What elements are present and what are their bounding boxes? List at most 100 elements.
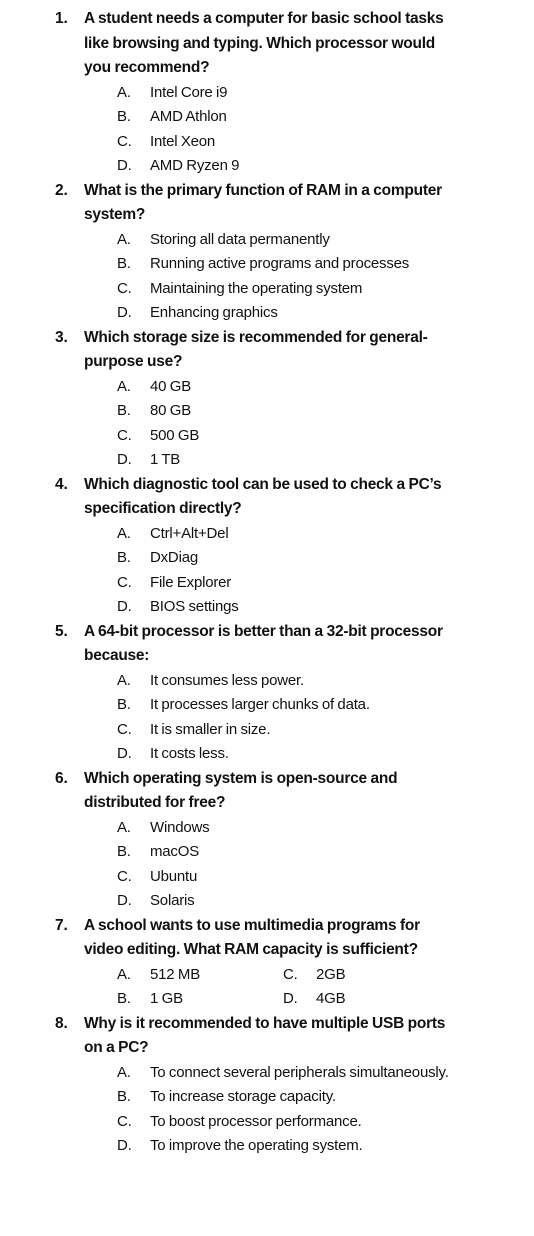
option-text: BIOS settings bbox=[150, 598, 239, 615]
option-letter: C. bbox=[117, 279, 132, 297]
option-text: It consumes less power. bbox=[150, 671, 304, 689]
option-item[interactable]: D. Solaris bbox=[117, 889, 450, 914]
option-item[interactable]: B. 1 GB bbox=[117, 987, 283, 1012]
option-item[interactable]: C. It is smaller in size. bbox=[117, 718, 450, 743]
option-item[interactable]: B. DxDiag bbox=[117, 546, 450, 571]
option-text: 2GB bbox=[316, 965, 346, 983]
option-text: To boost processor performance. bbox=[150, 1112, 362, 1130]
option-item[interactable]: C. Intel Xeon bbox=[117, 130, 450, 155]
option-letter: A. bbox=[117, 965, 131, 983]
option-text: 40 GB bbox=[150, 377, 192, 395]
option-item[interactable]: B. It processes larger chunks of data. bbox=[117, 693, 450, 718]
option-item[interactable]: C. Maintaining the operating system bbox=[117, 277, 450, 302]
question-item: 6. Which operating system is open-source … bbox=[0, 767, 534, 914]
option-text: Windows bbox=[150, 818, 210, 836]
option-letter: B. bbox=[117, 696, 131, 713]
option-item[interactable]: B. To increase storage capacity. bbox=[117, 1085, 450, 1110]
option-letter: D. bbox=[117, 1137, 132, 1154]
option-text: macOS bbox=[150, 843, 200, 860]
option-item[interactable]: C. 2GB bbox=[283, 963, 483, 988]
option-item[interactable]: A. Windows bbox=[117, 816, 450, 841]
option-letter: D. bbox=[117, 304, 132, 321]
option-item[interactable]: A. 512 MB bbox=[117, 963, 283, 988]
option-text: It processes larger chunks of data. bbox=[150, 696, 370, 713]
option-item[interactable]: D. To improve the operating system. bbox=[117, 1134, 450, 1159]
option-item[interactable]: D. It costs less. bbox=[117, 742, 450, 767]
question-item: 8. Why is it recommended to have multiple… bbox=[0, 1012, 534, 1159]
option-letter: B. bbox=[117, 549, 131, 566]
question-list: 1. A student needs a computer for basic s… bbox=[0, 7, 534, 1159]
option-text: It is smaller in size. bbox=[150, 720, 271, 738]
question-text: A school wants to use multimedia program… bbox=[84, 916, 420, 959]
option-item[interactable]: A. Storing all data permanently bbox=[117, 228, 450, 253]
option-letter: D. bbox=[117, 451, 132, 468]
question-text: A student needs a computer for basic sch… bbox=[84, 10, 444, 76]
option-letter: D. bbox=[117, 598, 132, 615]
option-item[interactable]: D. Enhancing graphics bbox=[117, 301, 450, 326]
option-letter: A. bbox=[117, 524, 131, 542]
option-letter: C. bbox=[117, 426, 132, 444]
option-item[interactable]: A. Ctrl+Alt+Del bbox=[117, 522, 450, 547]
option-item[interactable]: C. To boost processor performance. bbox=[117, 1110, 450, 1135]
option-item[interactable]: A. 40 GB bbox=[117, 375, 450, 400]
option-item[interactable]: D. 1 TB bbox=[117, 448, 450, 473]
question-text: Why is it recommended to have multiple U… bbox=[84, 1014, 446, 1057]
option-list: A. Windows B. macOS C. Ubuntu D. Solaris bbox=[84, 816, 534, 914]
question-number: 7. bbox=[55, 916, 68, 934]
question-item: 4. Which diagnostic tool can be used to c… bbox=[0, 473, 534, 620]
option-list: A. To connect several peripherals simulta… bbox=[84, 1061, 534, 1159]
option-letter: A. bbox=[117, 83, 131, 101]
option-text: Solaris bbox=[150, 892, 195, 909]
option-letter: B. bbox=[117, 1088, 131, 1105]
option-item[interactable]: A. It consumes less power. bbox=[117, 669, 450, 694]
option-text: Ubuntu bbox=[150, 867, 198, 885]
option-letter: B. bbox=[117, 108, 131, 125]
option-item[interactable]: B. AMD Athlon bbox=[117, 105, 450, 130]
option-text: AMD Ryzen 9 bbox=[150, 157, 240, 174]
option-item[interactable]: D. 4GB bbox=[283, 987, 483, 1012]
option-list: A. Storing all data permanently B. Running … bbox=[84, 228, 534, 326]
option-text: Maintaining the operating system bbox=[150, 279, 363, 297]
option-letter: C. bbox=[283, 965, 298, 983]
option-text: 512 MB bbox=[150, 965, 200, 983]
question-item: 1. A student needs a computer for basic s… bbox=[0, 7, 534, 179]
option-item[interactable]: D. AMD Ryzen 9 bbox=[117, 154, 450, 179]
option-letter: A. bbox=[117, 671, 131, 689]
option-item[interactable]: A. To connect several peripherals simulta… bbox=[117, 1061, 450, 1086]
option-letter: C. bbox=[117, 1112, 132, 1130]
option-text: Intel Xeon bbox=[150, 132, 216, 150]
question-number: 8. bbox=[55, 1014, 68, 1032]
option-letter: B. bbox=[117, 255, 131, 272]
option-text: Intel Core i9 bbox=[150, 83, 228, 101]
question-number: 2. bbox=[55, 181, 68, 199]
option-list: A. Intel Core i9 B. AMD Athlon C. Intel Xeon D… bbox=[84, 81, 534, 179]
option-item[interactable]: A. Intel Core i9 bbox=[117, 81, 450, 106]
question-number: 1. bbox=[55, 10, 68, 27]
option-item[interactable]: B. 80 GB bbox=[117, 399, 450, 424]
option-text: To increase storage capacity. bbox=[150, 1088, 336, 1105]
option-text: To connect several peripherals simultane… bbox=[150, 1063, 449, 1081]
worksheet-page: 1. A student needs a computer for basic s… bbox=[0, 0, 534, 1236]
option-item[interactable]: B. macOS bbox=[117, 840, 450, 865]
option-text: File Explorer bbox=[150, 573, 232, 591]
option-letter: B. bbox=[117, 990, 131, 1007]
question-text: A 64-bit processor is better than a 32-b… bbox=[84, 622, 443, 665]
option-item[interactable]: C. Ubuntu bbox=[117, 865, 450, 890]
option-text: 1 GB bbox=[150, 990, 183, 1007]
option-letter: C. bbox=[117, 573, 132, 591]
option-letter: C. bbox=[117, 867, 132, 885]
option-text: Running active programs and processes bbox=[150, 255, 410, 272]
option-letter: B. bbox=[117, 402, 131, 419]
option-list: A. 40 GB B. 80 GB C. 500 GB D. 1 TB bbox=[84, 375, 534, 473]
option-text: Storing all data permanently bbox=[150, 230, 330, 248]
option-letter: D. bbox=[117, 157, 132, 174]
option-list: A. 512 MB B. 1 GB C. 2GB D. 4GB bbox=[117, 963, 534, 1012]
option-letter: D. bbox=[117, 892, 132, 909]
option-item[interactable]: C. 500 GB bbox=[117, 424, 450, 449]
option-item[interactable]: D. BIOS settings bbox=[117, 595, 450, 620]
question-text: Which storage size is recommended for ge… bbox=[84, 328, 428, 371]
option-letter: A. bbox=[117, 377, 131, 395]
option-item[interactable]: B. Running active programs and processes bbox=[117, 252, 450, 277]
question-text: Which diagnostic tool can be used to che… bbox=[84, 475, 442, 518]
option-item[interactable]: C. File Explorer bbox=[117, 571, 450, 596]
